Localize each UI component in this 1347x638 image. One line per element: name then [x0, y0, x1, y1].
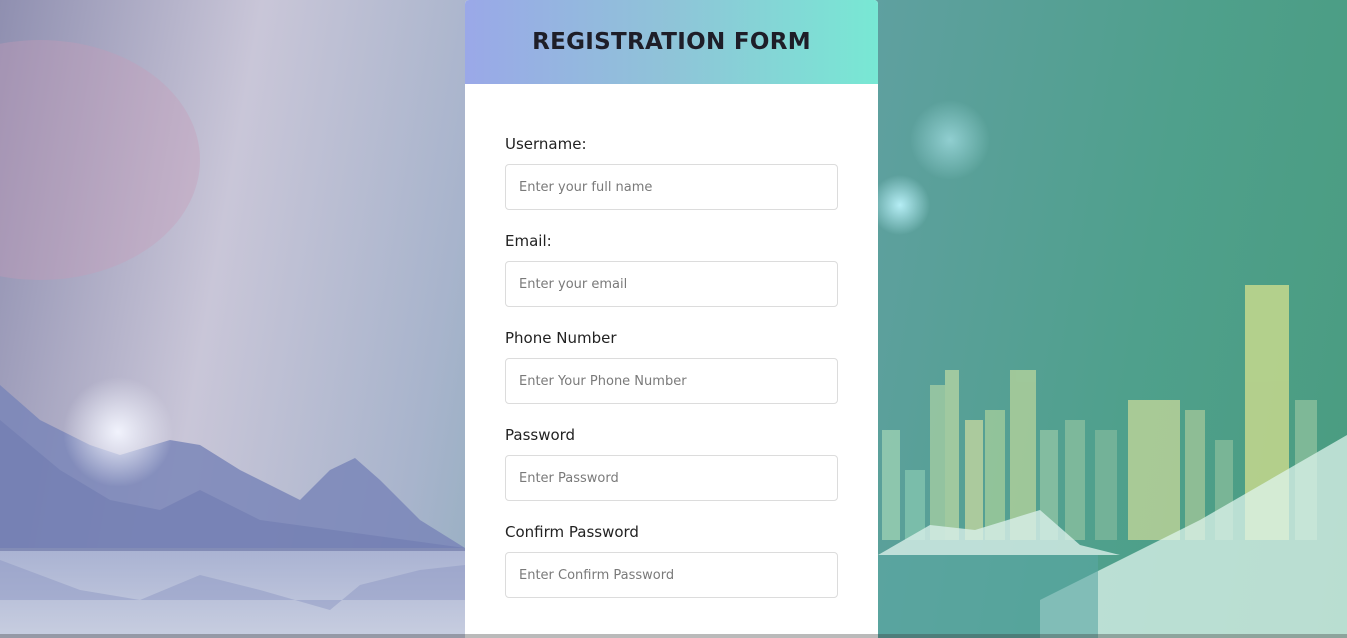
phone-label: Phone Number	[505, 329, 617, 347]
password-input[interactable]	[505, 455, 838, 501]
form-title: REGISTRATION FORM	[532, 29, 811, 55]
confirm-password-input[interactable]	[505, 552, 838, 598]
password-field-group: Password	[505, 425, 838, 501]
username-input[interactable]	[505, 164, 838, 210]
username-field-group: Username:	[505, 134, 838, 210]
password-label: Password	[505, 426, 576, 444]
confirm-password-field-group: Confirm Password	[505, 522, 838, 598]
confirm-password-label: Confirm Password	[505, 523, 639, 541]
email-input[interactable]	[505, 261, 838, 307]
bottom-edge-divider	[0, 634, 1347, 638]
registration-card: REGISTRATION FORM Username: Email: Phone…	[465, 0, 878, 638]
phone-field-group: Phone Number	[505, 328, 838, 404]
phone-input[interactable]	[505, 358, 838, 404]
email-field-group: Email:	[505, 231, 838, 307]
username-label: Username:	[505, 135, 587, 153]
card-header: REGISTRATION FORM	[465, 0, 878, 84]
registration-form: Username: Email: Phone Number Password C…	[465, 84, 878, 598]
email-label: Email:	[505, 232, 552, 250]
